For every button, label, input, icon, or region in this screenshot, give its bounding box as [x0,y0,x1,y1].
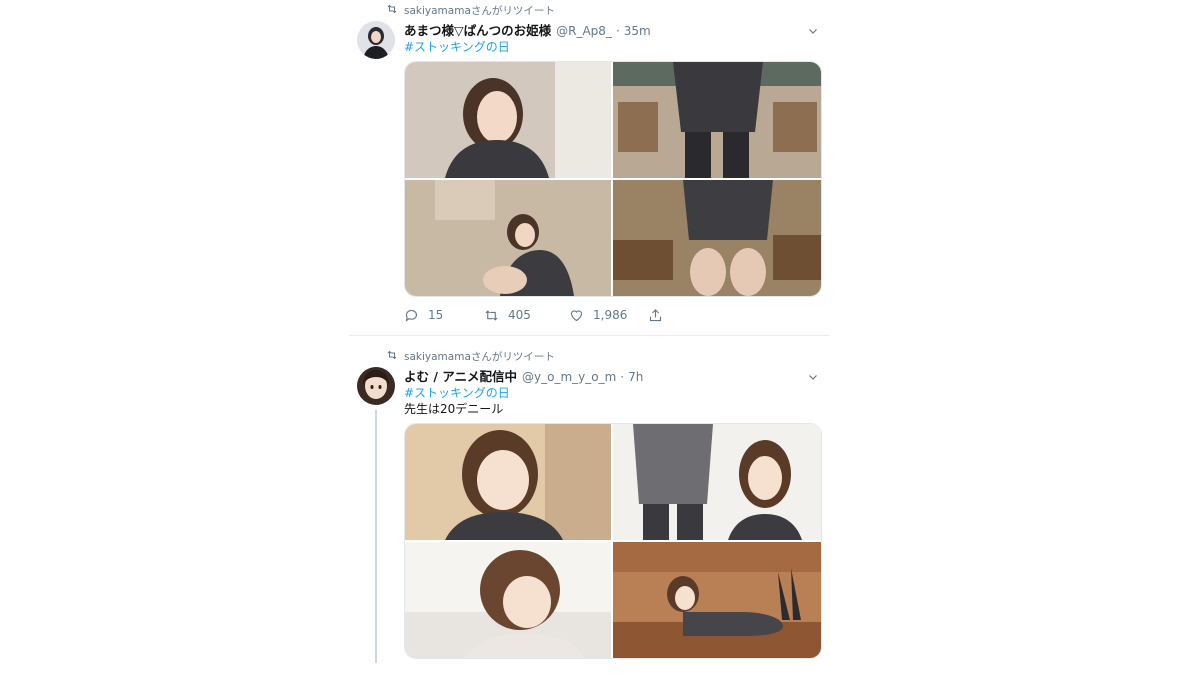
author-handle[interactable]: @R_Ap8_ [556,24,612,38]
like-button[interactable]: 1,986 [569,306,648,324]
chevron-down-icon[interactable] [807,368,821,382]
tweet[interactable]: sakiyamamaさんがリツイート あまつ様▽ぱんつのお姫様 @R_Ap8_ … [349,0,829,336]
like-count: 1,986 [593,308,628,322]
avatar[interactable] [357,21,395,59]
retweet-button[interactable]: 405 [484,306,569,324]
retweet-count: 405 [508,308,531,322]
media-grid [404,61,822,297]
retweet-context: sakiyamamaさんがリツイート [386,349,555,363]
thread-line [375,410,377,663]
author-name[interactable]: よむ / アニメ配信中 [404,366,517,385]
illustration-teacher-lean[interactable] [405,542,611,658]
share-icon [649,308,662,321]
photo-classroom-skirt[interactable] [613,62,821,178]
tweet-header: よむ / アニメ配信中 @y_o_m_y_o_m · 7h [404,366,643,385]
share-button[interactable] [648,306,663,324]
retweeted-by-label[interactable]: sakiyamamaさんがリツイート [404,349,555,364]
reply-icon [405,309,418,322]
illustration-teacher-sofa[interactable] [613,542,821,658]
timestamp[interactable]: 35m [624,24,651,38]
illustration-teacher-face[interactable] [405,424,611,540]
retweet-icon [485,309,498,321]
author-name[interactable]: あまつ様▽ぱんつのお姫様 [404,20,551,39]
retweet-icon [386,3,400,17]
photo-skirt-desk[interactable] [613,180,821,296]
media-grid [404,423,822,659]
author-handle[interactable]: @y_o_m_y_o_m [522,370,616,384]
timeline: sakiyamamaさんがリツイート あまつ様▽ぱんつのお姫様 @R_Ap8_ … [349,0,829,663]
heart-icon [570,309,583,321]
chevron-down-icon[interactable] [807,22,821,36]
photo-woman-glasses[interactable] [405,62,611,178]
reply-button[interactable]: 15 [404,306,484,324]
hashtag-link[interactable]: #ストッキングの日 [404,38,510,55]
hashtag-link[interactable]: #ストッキングの日 [404,384,510,401]
tweet-text: 先生は20デニール [404,402,504,416]
tweet[interactable]: sakiyamamaさんがリツイート よむ / アニメ配信中 @y_o_m_y_… [349,346,829,676]
retweet-context: sakiyamamaさんがリツイート [386,3,555,17]
tweet-actions: 15 405 1,986 [404,306,663,324]
retweet-icon [386,349,400,363]
tweet-header: あまつ様▽ぱんつのお姫様 @R_Ap8_ · 35m [404,20,651,39]
retweeted-by-label[interactable]: sakiyamamaさんがリツイート [404,3,555,18]
avatar[interactable] [357,367,395,405]
separator: · [615,24,620,38]
reply-count: 15 [428,308,444,322]
timestamp[interactable]: 7h [628,370,643,384]
illustration-teacher-back[interactable] [613,424,821,540]
photo-low-angle-woman[interactable] [405,180,611,296]
separator: · [620,370,625,384]
